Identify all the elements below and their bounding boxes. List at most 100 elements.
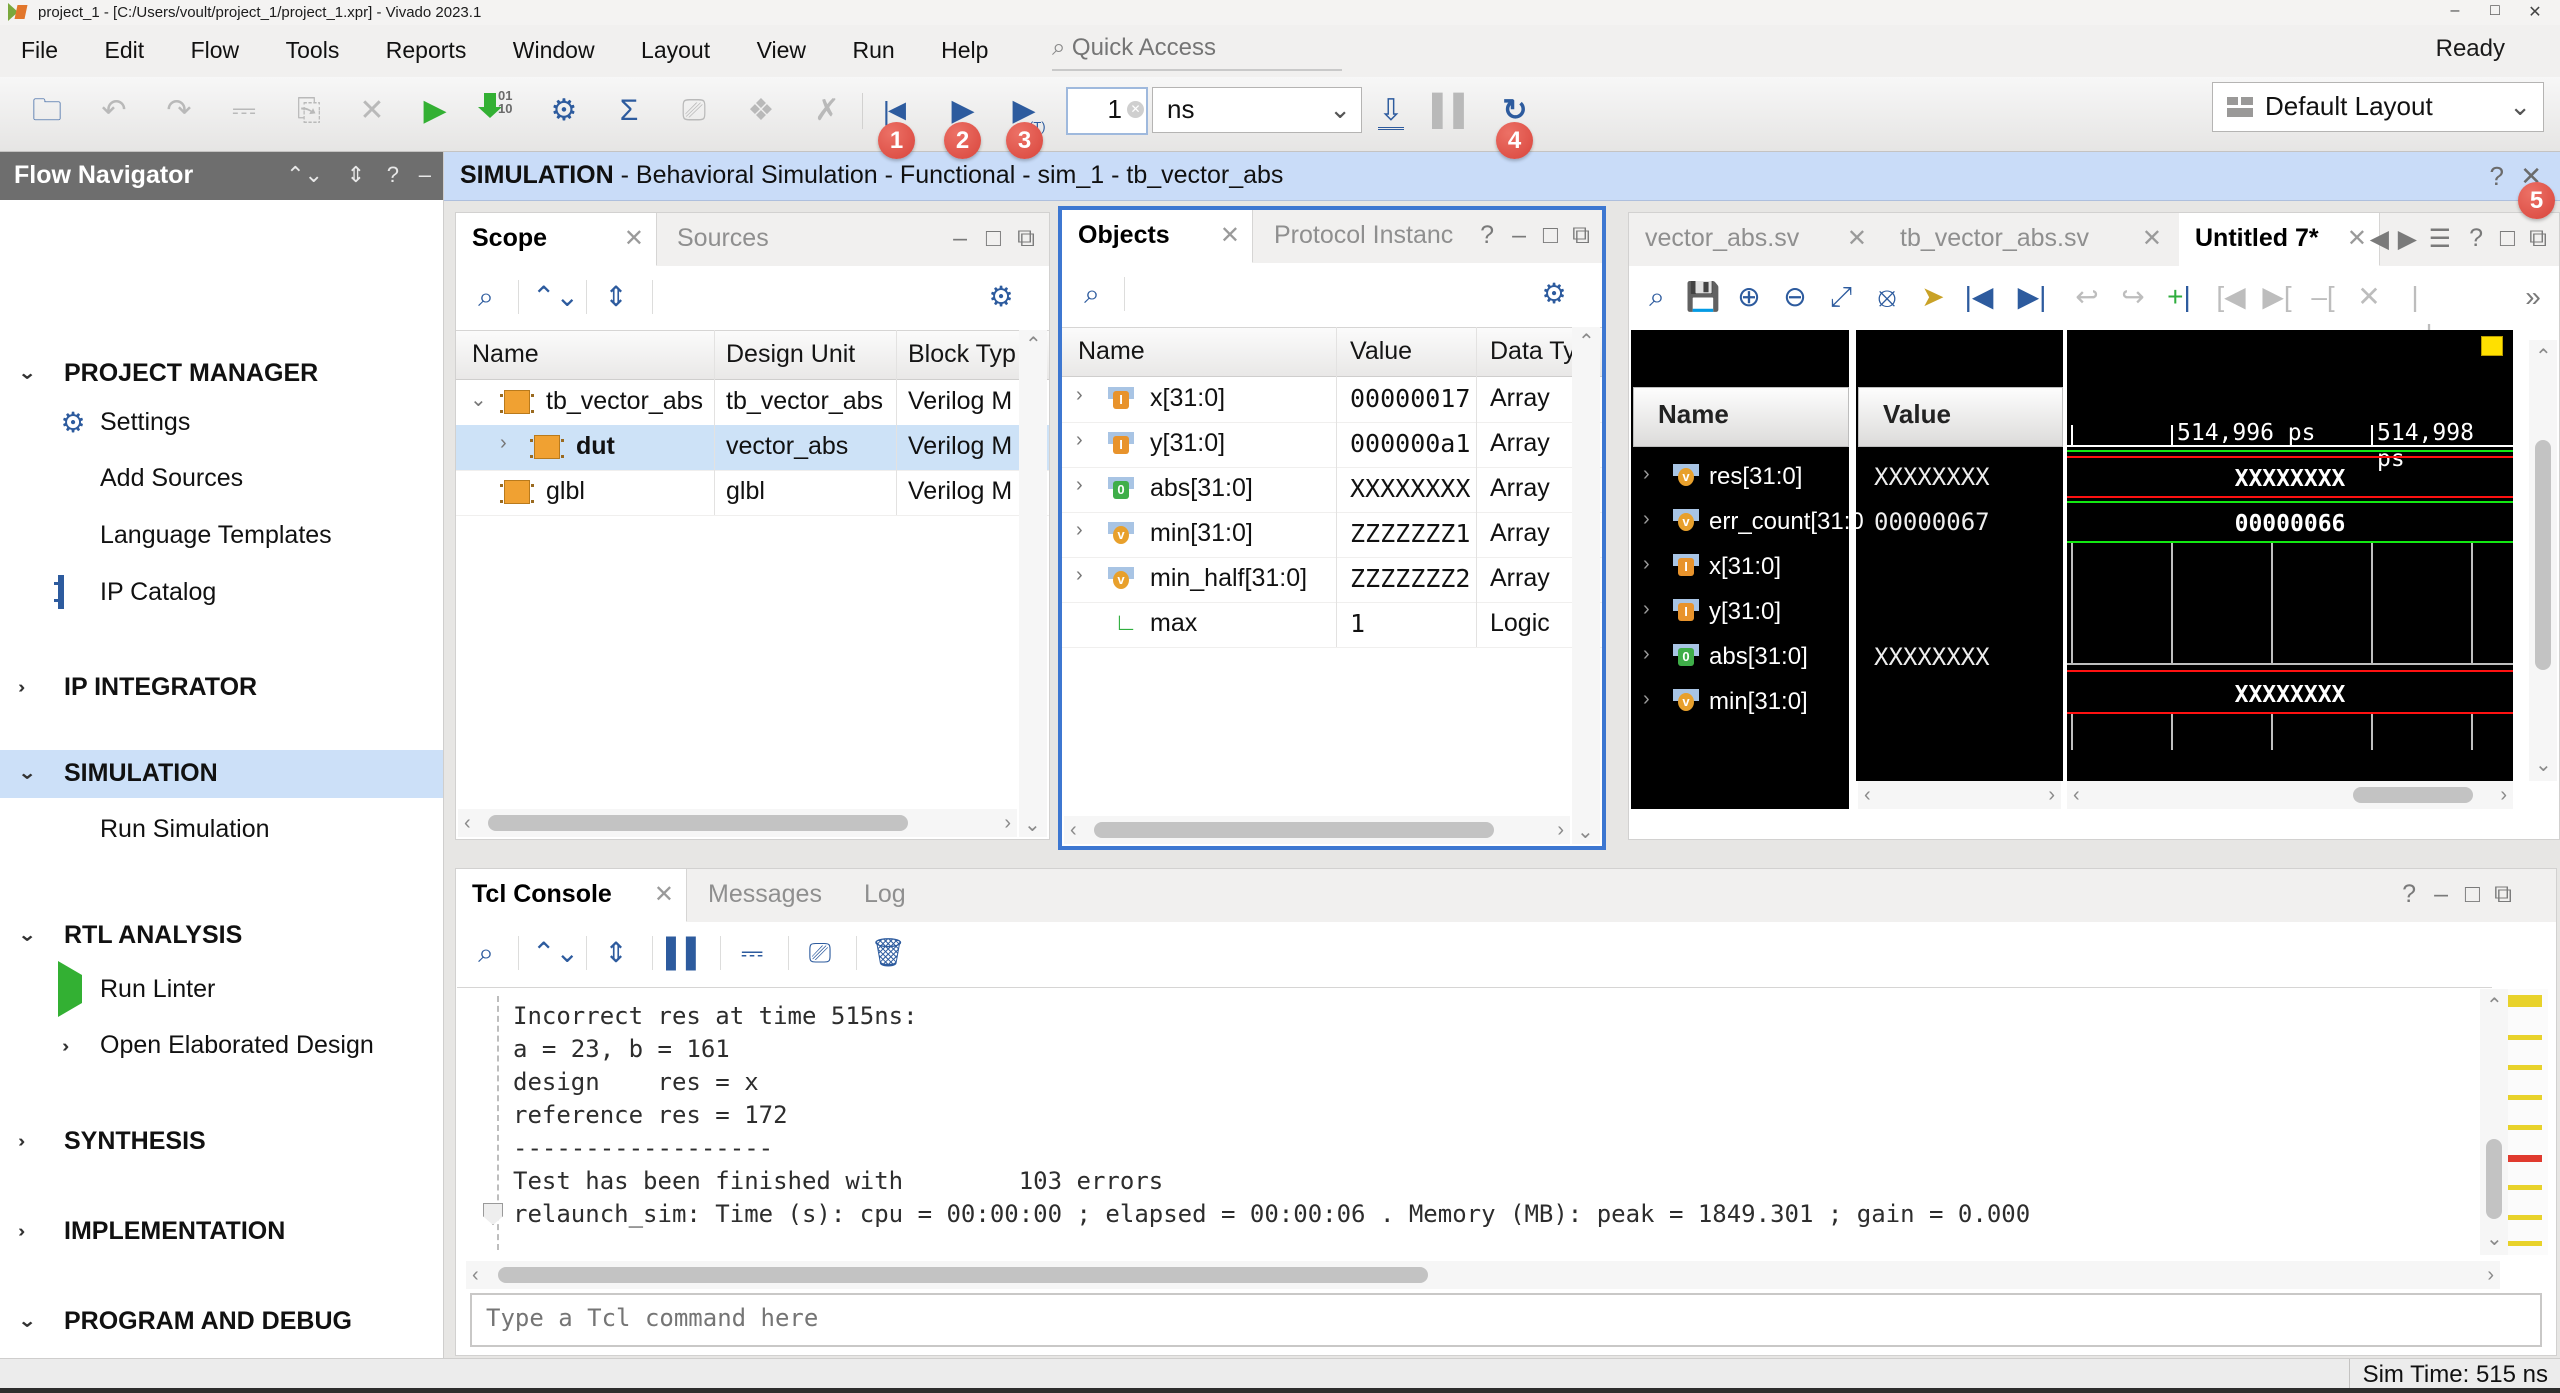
tab-log[interactable]: Log <box>848 869 938 921</box>
scroll-up-icon[interactable]: ⌃ <box>2486 993 2503 1018</box>
search-icon[interactable]: ⌕ <box>468 278 504 316</box>
paste-icon[interactable]: ⎘ <box>290 91 328 131</box>
clear-console-icon[interactable]: 🗑 <box>870 934 906 972</box>
chevron-right-icon[interactable]: › <box>1643 643 1650 666</box>
pause-output-icon[interactable]: ▌▌ <box>666 934 702 972</box>
swap-left-icon[interactable]: ↩ <box>2069 278 2105 316</box>
scroll-right-icon[interactable]: › <box>1004 812 1011 835</box>
search-icon[interactable]: ⌕ <box>468 934 504 972</box>
restore-window-icon[interactable]: □ <box>2475 2 2515 20</box>
close-icon[interactable]: ✕ <box>654 880 674 909</box>
sidebar-section-project-manager[interactable]: ⌄PROJECT MANAGER <box>0 350 443 398</box>
step-icon[interactable]: ⇩ <box>1372 91 1410 131</box>
expand-all-icon[interactable]: ⇕ <box>598 278 634 316</box>
gear-icon[interactable]: ⚙ <box>983 278 1019 316</box>
quick-access-search[interactable]: ⌕ <box>1052 33 1342 71</box>
chevron-right-icon[interactable]: › <box>1643 688 1650 711</box>
tab-tcl-console[interactable]: Tcl Console✕ <box>456 869 687 922</box>
wave-signal-y[interactable]: › I y[31:0] <box>1633 590 1847 635</box>
help-icon[interactable]: ? <box>1480 221 1494 250</box>
objects-table-header[interactable]: Name Value Data Ty <box>1062 327 1602 377</box>
clear-time-icon[interactable]: ✕ <box>1127 101 1144 118</box>
scope-row-tb-vector-abs[interactable]: ⌄ tb_vector_abs tb_vector_abs Verilog M <box>456 380 1049 426</box>
word-wrap-icon[interactable]: ⎚ <box>802 934 838 972</box>
tab-protocol-instances[interactable]: Protocol Instanc <box>1258 210 1468 262</box>
menu-tools[interactable]: Tools <box>265 25 361 64</box>
wave-signal-x[interactable]: › I x[31:0] <box>1633 545 1847 590</box>
tcl-command-box[interactable] <box>470 1293 2542 1347</box>
sidebar-item-settings[interactable]: ⚙Settings <box>0 400 443 446</box>
scroll-left-icon[interactable]: ‹ <box>472 1264 479 1287</box>
copy-icon[interactable]: ⎓ <box>225 91 263 131</box>
synthesize-icon[interactable]: ❖ <box>742 91 780 131</box>
console-hscrollbar[interactable]: ‹ › <box>466 1261 2500 1289</box>
marker-next-icon[interactable]: ▶[ <box>2259 278 2295 316</box>
menu-view[interactable]: View <box>736 25 827 64</box>
delete-icon[interactable]: ✕ <box>353 91 391 131</box>
objects-row-x[interactable]: › I x[31:0] 00000017 Array <box>1062 377 1602 423</box>
maximize-panel-icon[interactable]: □ <box>986 224 1001 253</box>
sidebar-item-run-simulation[interactable]: Run Simulation <box>0 807 443 853</box>
minimize-panel-icon[interactable]: – <box>2434 880 2448 909</box>
redo-icon[interactable]: ↷ <box>160 91 198 131</box>
menu-flow[interactable]: Flow <box>170 25 261 64</box>
sim-time-input[interactable] <box>1072 93 1124 126</box>
menu-window[interactable]: Window <box>492 25 616 64</box>
sidebar-item-open-elaborated-design[interactable]: ›Open Elaborated Design <box>0 1023 443 1069</box>
wave-signal-err-count[interactable]: › v err_count[31:0 <box>1633 500 1847 545</box>
chevron-right-icon[interactable]: › <box>1076 429 1083 452</box>
objects-row-y[interactable]: › I y[31:0] 000000a1 Array <box>1062 422 1602 468</box>
scope-row-dut[interactable]: › dut vector_abs Verilog M <box>456 425 1049 471</box>
wave-marker-icon[interactable] <box>2481 336 2503 356</box>
chevron-right-icon[interactable]: › <box>1643 553 1650 576</box>
objects-row-min[interactable]: › v min[31:0] ZZZZZZZ1 Array <box>1062 512 1602 558</box>
scroll-left-icon[interactable]: ‹ <box>2073 784 2080 807</box>
sidebar-section-implementation[interactable]: ›IMPLEMENTATION <box>0 1208 443 1256</box>
objects-scroll-down[interactable]: ⌄ <box>1572 816 1600 844</box>
save-icon[interactable]: 💾 <box>1685 278 1721 316</box>
scroll-right-icon[interactable]: › <box>2500 784 2507 807</box>
close-icon[interactable]: ✕ <box>2142 224 2162 253</box>
wave-signal-res[interactable]: › v res[31:0] <box>1633 455 1847 500</box>
scroll-left-icon[interactable]: ‹ <box>464 812 471 835</box>
scroll-left-icon[interactable]: ‹ <box>1070 819 1077 842</box>
scope-hscrollbar[interactable]: ‹ › <box>458 809 1017 837</box>
chevron-right-icon[interactable]: › <box>1076 384 1083 407</box>
minimize-panel-icon[interactable]: – <box>953 224 967 253</box>
time-unit-select[interactable]: ns ⌄ <box>1152 87 1362 133</box>
collapse-all-icon[interactable]: ⌃⌄ <box>286 162 323 188</box>
expand-all-icon[interactable]: ⇕ <box>347 162 365 188</box>
scroll-up-icon[interactable]: ⌃ <box>1025 332 1042 357</box>
wave-value-header[interactable]: Value <box>1858 387 2063 447</box>
tab-tb-vector-abs-sv[interactable]: tb_vector_abs.sv✕ <box>1884 213 2174 265</box>
chevron-right-icon[interactable]: › <box>1643 598 1650 621</box>
objects-row-abs[interactable]: › 0 abs[31:0] XXXXXXXX Array <box>1062 467 1602 513</box>
tab-next-icon[interactable]: ▶ <box>2398 224 2417 254</box>
sidebar-section-rtl-analysis[interactable]: ⌄RTL ANALYSIS <box>0 912 443 960</box>
objects-row-min-half[interactable]: › v min_half[31:0] ZZZZZZZ2 Array <box>1062 557 1602 603</box>
float-panel-icon[interactable]: ⧉ <box>1572 221 1590 250</box>
copy-icon[interactable]: ⎓ <box>734 934 770 972</box>
sidebar-section-ip-integrator[interactable]: ›IP INTEGRATOR <box>0 664 443 712</box>
help-icon[interactable]: ? <box>2469 224 2483 253</box>
tab-list-icon[interactable]: ☰ <box>2429 224 2451 254</box>
run-icon[interactable]: ▶ <box>416 91 454 131</box>
scroll-up-icon[interactable]: ⌃ <box>2535 344 2552 369</box>
menu-help[interactable]: Help <box>920 25 1009 64</box>
scroll-right-icon[interactable]: › <box>2048 784 2055 807</box>
pause-icon[interactable]: ▌▌ <box>1432 91 1470 131</box>
implement-icon[interactable]: ✗ <box>808 91 846 131</box>
console-output[interactable]: Incorrect res at time 515ns:a = 23, b = … <box>457 987 2492 1258</box>
tcl-command-input[interactable] <box>484 1303 2453 1333</box>
search-icon[interactable]: ⌕ <box>1639 278 1675 316</box>
maximize-panel-icon[interactable]: □ <box>2465 880 2480 909</box>
sidebar-item-run-linter[interactable]: Run Linter <box>0 967 443 1013</box>
scope-vscrollbar[interactable]: ⌃ <box>1019 330 1047 809</box>
chevron-down-icon[interactable]: ⌄ <box>470 387 487 412</box>
scroll-right-icon[interactable]: › <box>2487 1264 2494 1287</box>
objects-vscrollbar[interactable]: ⌃ <box>1572 327 1600 816</box>
close-icon[interactable]: ✕ <box>624 224 644 253</box>
collapse-all-icon[interactable]: ⌃⌄ <box>532 934 568 972</box>
scroll-right-icon[interactable]: › <box>1557 819 1564 842</box>
tab-untitled-7[interactable]: Untitled 7*✕ <box>2179 213 2380 266</box>
